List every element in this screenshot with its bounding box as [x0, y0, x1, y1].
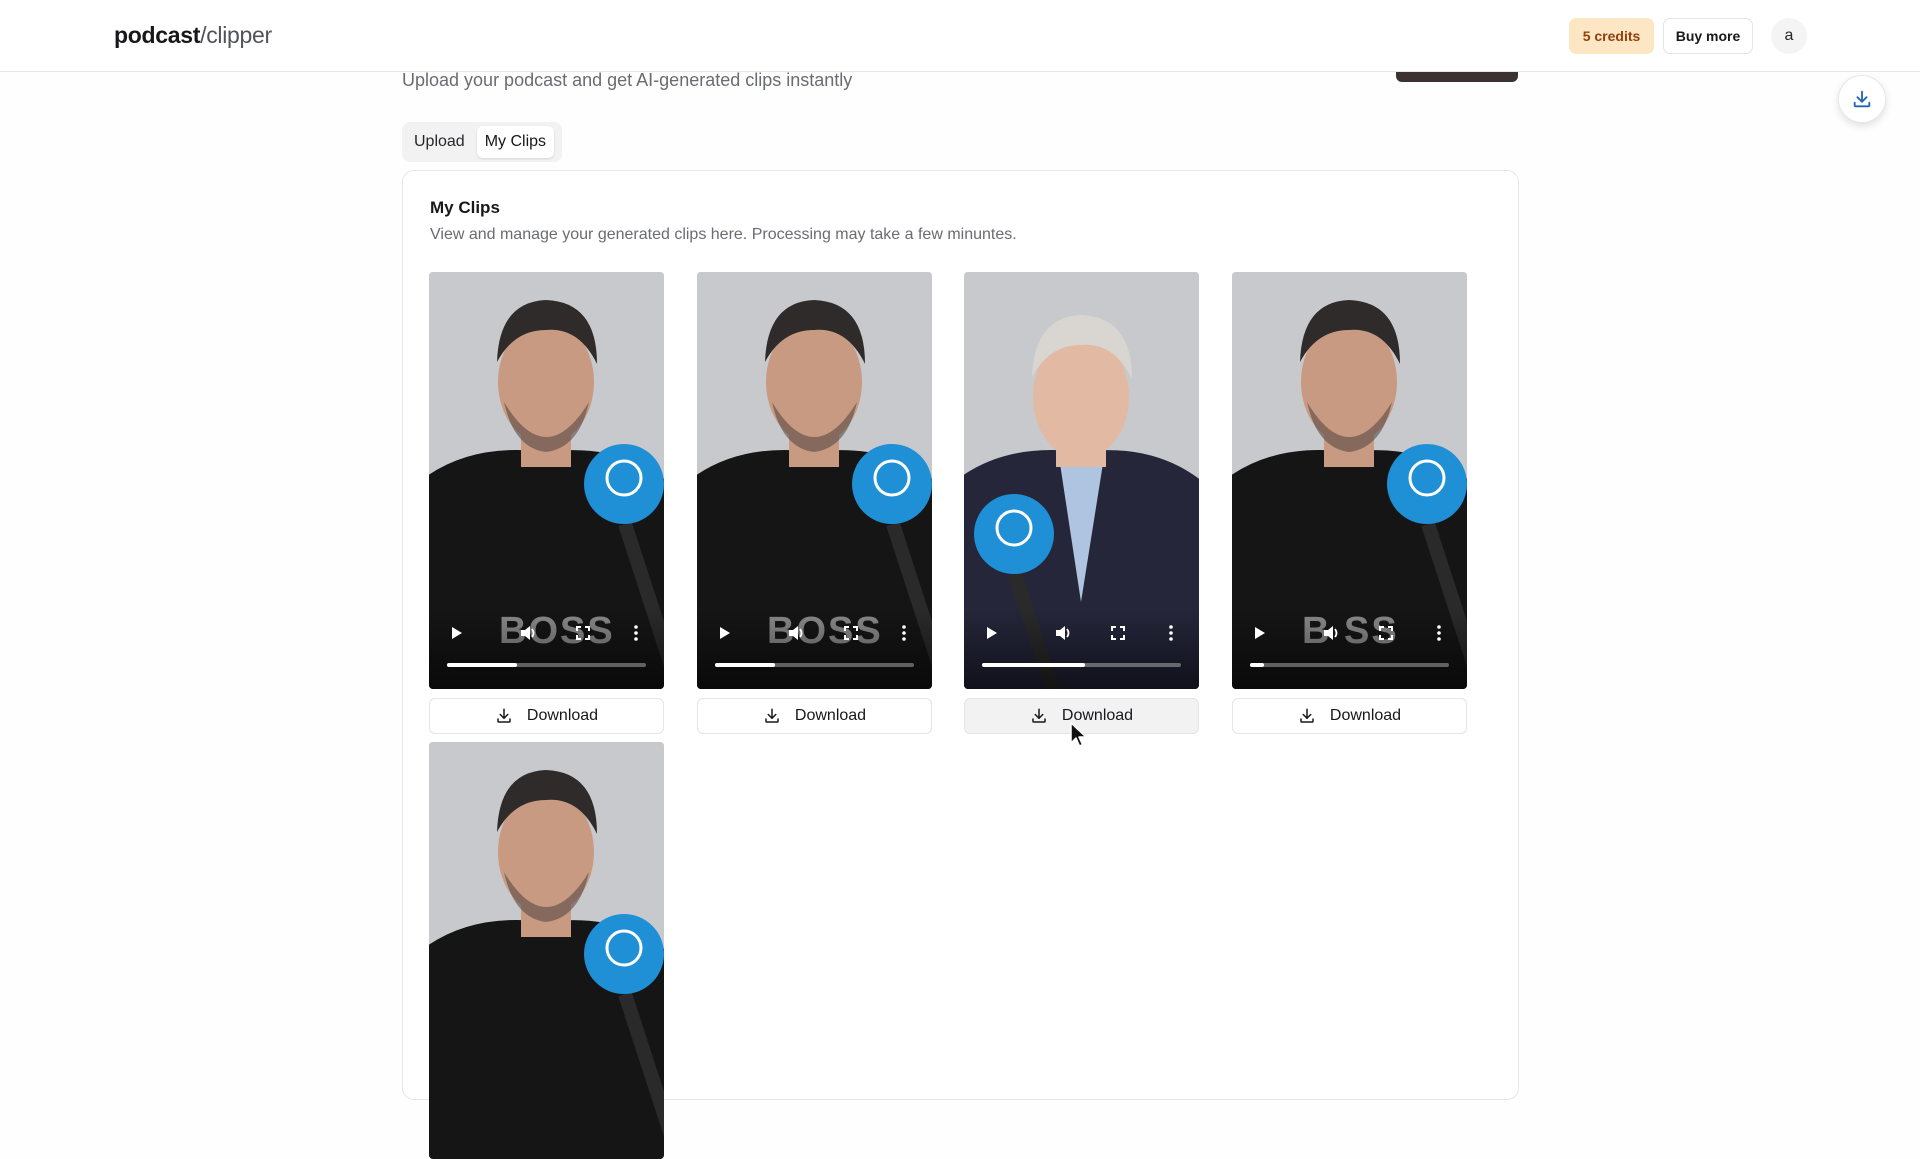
clip-card: Download [964, 272, 1199, 734]
download-button-label: Download [526, 707, 599, 724]
download-button-label: Download [794, 707, 867, 724]
download-button[interactable]: Download [1232, 698, 1467, 734]
download-icon [1032, 708, 1046, 723]
fullscreen-icon[interactable] [573, 623, 593, 643]
floating-download-button[interactable] [1838, 75, 1886, 123]
clip-card [429, 742, 664, 1159]
volume-icon[interactable] [787, 623, 807, 643]
buy-more-button[interactable]: Buy more [1663, 18, 1753, 54]
video-progress-bar[interactable] [1250, 663, 1449, 667]
fullscreen-icon[interactable] [841, 623, 861, 643]
download-icon [1853, 90, 1871, 108]
clip-card: BOSS Download [429, 272, 664, 734]
card-title: My Clips [430, 198, 500, 217]
app-logo[interactable]: podcast/clipper [114, 22, 272, 49]
tab-list: Upload My Clips [402, 122, 562, 162]
video-controls [964, 609, 1199, 689]
fullscreen-icon[interactable] [1108, 623, 1128, 643]
clip-video-player[interactable]: BOSS [429, 272, 664, 689]
play-icon[interactable] [1250, 623, 1270, 643]
more-options-icon[interactable] [1429, 623, 1449, 643]
download-icon [765, 708, 779, 723]
play-icon[interactable] [982, 623, 1002, 643]
volume-icon[interactable] [1054, 623, 1074, 643]
play-icon[interactable] [447, 623, 467, 643]
user-avatar[interactable]: a [1771, 18, 1807, 54]
tab-my-clips[interactable]: My Clips [476, 126, 555, 158]
video-controls [1232, 609, 1467, 689]
mouse-cursor-icon [1070, 722, 1087, 747]
download-icon [1300, 708, 1314, 723]
credits-badge: 5 credits [1569, 18, 1654, 54]
video-progress-bar[interactable] [715, 663, 914, 667]
more-options-icon[interactable] [894, 623, 914, 643]
clip-video-player[interactable] [964, 272, 1199, 689]
video-progress-bar[interactable] [982, 663, 1181, 667]
clip-card: BOSS Download [697, 272, 932, 734]
download-icon [497, 708, 511, 723]
logo-secondary-text: clipper [206, 22, 272, 48]
clip-card: B SS Download [1232, 272, 1467, 734]
more-options-icon[interactable] [1161, 623, 1181, 643]
volume-icon[interactable] [519, 623, 539, 643]
video-controls [429, 609, 664, 689]
clip-video-player[interactable] [429, 742, 664, 1159]
fullscreen-icon[interactable] [1376, 623, 1396, 643]
logo-primary-text: podcast [114, 22, 201, 48]
tab-upload[interactable]: Upload [406, 126, 473, 158]
clip-video-player[interactable]: B SS [1232, 272, 1467, 689]
video-progress-bar[interactable] [447, 663, 646, 667]
card-description: View and manage your generated clips her… [430, 226, 1017, 243]
download-button-label: Download [1329, 707, 1402, 724]
more-options-icon[interactable] [626, 623, 646, 643]
download-button[interactable]: Download [429, 698, 664, 734]
download-button[interactable]: Download [697, 698, 932, 734]
volume-icon[interactable] [1322, 623, 1342, 643]
top-navbar: podcast/clipper 5 credits Buy more a [0, 0, 1920, 72]
play-icon[interactable] [715, 623, 735, 643]
page-subtitle: Upload your podcast and get AI-generated… [402, 70, 853, 90]
video-controls [697, 609, 932, 689]
clip-video-player[interactable]: BOSS [697, 272, 932, 689]
